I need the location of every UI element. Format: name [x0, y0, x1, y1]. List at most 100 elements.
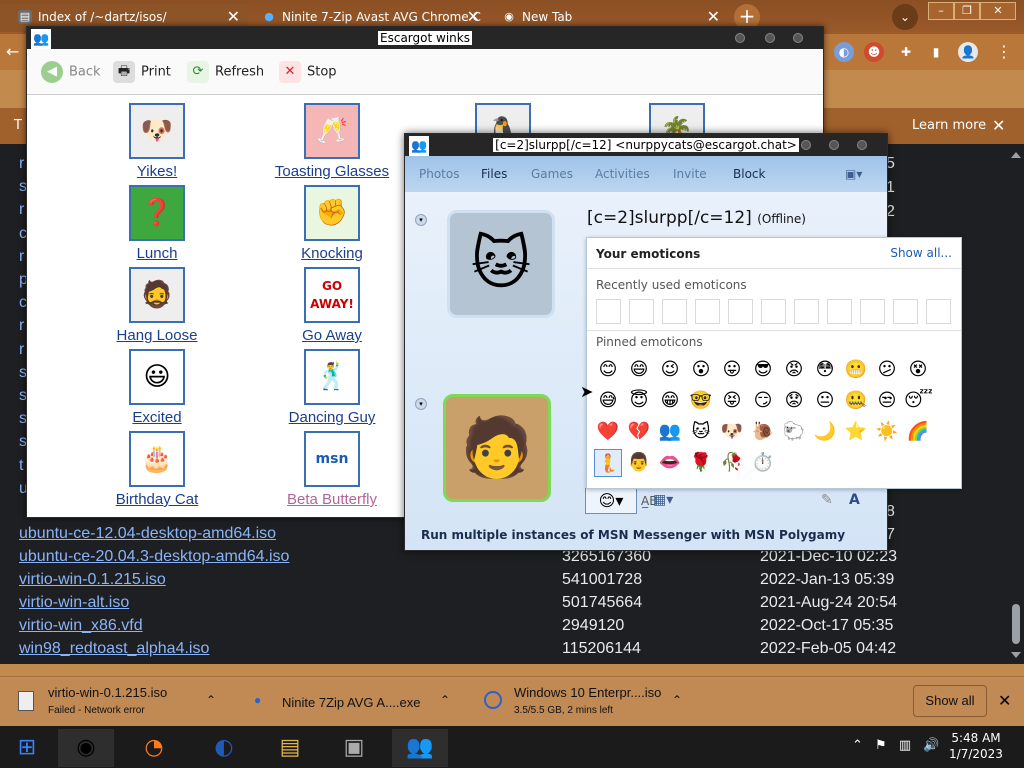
download-item[interactable]: Windows 10 Enterpr....iso 3.5/5.5 GB, 2 … — [474, 677, 698, 727]
menu-kebab-icon[interactable]: ⋮ — [996, 42, 1012, 61]
pen-icon[interactable]: ✎ — [821, 492, 833, 508]
menu-invite[interactable]: Invite — [673, 167, 707, 181]
wink-item[interactable]: 😃 Excited — [87, 349, 227, 426]
emoticon[interactable]: 🤓 — [687, 387, 715, 415]
side-panel-icon[interactable]: ▮ — [926, 42, 946, 62]
minimize-button[interactable]: – — [928, 2, 954, 20]
file-link[interactable]: virtio-win_x86.vfd — [19, 617, 143, 634]
emoticon[interactable]: 😮 — [687, 356, 715, 384]
close-icon[interactable]: ✕ — [992, 116, 1005, 135]
recent-emoticon-slot[interactable] — [761, 299, 786, 324]
wink-label[interactable]: Lunch — [87, 245, 227, 262]
emoticon[interactable]: ⏱️ — [749, 449, 777, 477]
list-item[interactable]: win98_redtoast_alpha4.iso — [19, 640, 209, 658]
file-link[interactable]: ubuntu-ce-12.04-desktop-amd64.iso — [19, 525, 276, 542]
wink-label[interactable]: Excited — [87, 409, 227, 426]
clock[interactable]: 5:48 AM 1/7/2023 — [944, 730, 1008, 762]
emoticon[interactable]: 😬 — [842, 356, 870, 384]
emoticon[interactable]: 😒 — [873, 387, 901, 415]
wink-label[interactable]: Go Away — [262, 327, 402, 344]
scroll-thumb[interactable] — [1012, 604, 1020, 644]
obama-logo-icon[interactable]: ◐ — [196, 729, 252, 767]
collapse-icon[interactable]: ▾ — [415, 398, 427, 410]
file-explorer-icon[interactable]: ▤ — [262, 729, 318, 767]
flag-icon[interactable]: ⚑ — [875, 738, 887, 753]
recent-emoticon-slot[interactable] — [629, 299, 654, 324]
recent-emoticon-slot[interactable] — [596, 299, 621, 324]
back-arrow-icon[interactable]: ← — [6, 42, 19, 61]
emoticon[interactable]: 🥀 — [718, 449, 746, 477]
emoticon[interactable]: 😅 — [594, 387, 622, 415]
winks-title-bar[interactable]: 👥 Escargot winks — [27, 27, 823, 51]
firefox-taskbar-icon[interactable]: ◔ — [126, 729, 182, 767]
learn-more-button[interactable]: Learn more — [912, 118, 986, 133]
recent-emoticon-slot[interactable] — [926, 299, 951, 324]
emoticon[interactable]: 😏 — [749, 387, 777, 415]
scroll-down-icon[interactable] — [1011, 652, 1021, 658]
menu-block[interactable]: Block — [733, 167, 765, 181]
puzzle-icon[interactable]: ✚ — [896, 42, 916, 62]
recent-emoticon-slot[interactable] — [794, 299, 819, 324]
emoticon[interactable]: 😝 — [718, 387, 746, 415]
wink-label[interactable]: Knocking — [262, 245, 402, 262]
wink-item[interactable]: GO AWAY! Go Away — [262, 267, 402, 344]
scroll-up-icon[interactable] — [1011, 152, 1021, 158]
file-link[interactable]: win98_redtoast_alpha4.iso — [19, 640, 209, 657]
recent-emoticon-slot[interactable] — [893, 299, 918, 324]
wink-item[interactable]: msn Beta Butterfly — [262, 431, 402, 508]
stop-button[interactable]: ✕ Stop — [279, 61, 337, 83]
emoticon[interactable]: 🧜 — [594, 449, 622, 477]
emoticon[interactable]: 🌈 — [904, 418, 932, 446]
wink-icon[interactable]: ▦▾ — [653, 492, 673, 508]
back-button[interactable]: ◀ Back — [41, 61, 101, 83]
emoticon[interactable]: 😛 — [718, 356, 746, 384]
wink-item[interactable]: ❓ Lunch — [87, 185, 227, 262]
emoticon[interactable]: 😡 — [780, 356, 808, 384]
chrome-taskbar-icon[interactable]: ◉ — [58, 729, 114, 767]
installer-icon[interactable]: ▣ — [326, 729, 382, 767]
chevron-up-icon[interactable]: ⌃ — [672, 693, 682, 707]
emoticon[interactable]: 😇 — [625, 387, 653, 415]
msn-title-bar[interactable]: 👥 [c=2]slurpp[/c=12] <nurppycats@escargo… — [405, 134, 887, 158]
close-shelf-icon[interactable]: ✕ — [998, 691, 1011, 710]
close-button[interactable] — [793, 33, 803, 43]
chevron-up-icon[interactable]: ⌃ — [206, 693, 216, 707]
show-all-link[interactable]: Show all... — [890, 246, 952, 260]
emoticon[interactable]: ❤️ — [594, 418, 622, 446]
wink-item[interactable]: 🥂 Toasting Glasses — [262, 103, 402, 180]
emoticon[interactable]: 🌙 — [811, 418, 839, 446]
emoticon[interactable]: 😁 — [656, 387, 684, 415]
list-item[interactable]: virtio-win-0.1.215.iso — [19, 571, 166, 589]
chevron-up-icon[interactable]: ⌃ — [852, 738, 863, 753]
maximize-button[interactable] — [765, 33, 775, 43]
contact-avatar[interactable]: 🐱 — [447, 210, 555, 318]
wink-label[interactable]: Beta Butterfly — [262, 491, 402, 508]
menu-activities[interactable]: Activities — [595, 167, 650, 181]
wink-label[interactable]: Yikes! — [87, 163, 227, 180]
emoticon[interactable]: 👄 — [656, 449, 684, 477]
recent-emoticon-slot[interactable] — [827, 299, 852, 324]
volume-icon[interactable]: 🔊 — [923, 738, 939, 753]
account-avatar-icon[interactable]: 👤 — [958, 42, 978, 62]
file-link[interactable]: ubuntu-ce-20.04.3-desktop-amd64.iso — [19, 548, 289, 565]
wink-item[interactable]: 🕺 Dancing Guy — [262, 349, 402, 426]
emoticon[interactable]: 😄 — [625, 356, 653, 384]
minimize-button[interactable] — [801, 140, 811, 150]
emoticon[interactable]: 😊 — [594, 356, 622, 384]
print-button[interactable]: 🖶 Print — [113, 61, 171, 83]
footer-ad-text[interactable]: Run multiple instances of MSN Messenger … — [421, 528, 845, 542]
menu-games[interactable]: Games — [531, 167, 573, 181]
emoticon[interactable]: 👥 — [656, 418, 684, 446]
wink-item[interactable]: ✊ Knocking — [262, 185, 402, 262]
emoticon[interactable]: 🤐 — [842, 387, 870, 415]
list-item[interactable]: ubuntu-ce-20.04.3-desktop-amd64.iso — [19, 548, 289, 566]
close-button[interactable] — [857, 140, 867, 150]
emoticon[interactable]: 🐱 — [687, 418, 715, 446]
recent-emoticon-slot[interactable] — [728, 299, 753, 324]
emoticon[interactable]: 🌹 — [687, 449, 715, 477]
emoticon[interactable]: 😟 — [780, 387, 808, 415]
recent-emoticon-slot[interactable] — [695, 299, 720, 324]
file-link[interactable]: virtio-win-0.1.215.iso — [19, 571, 166, 588]
refresh-button[interactable]: ⟳ Refresh — [187, 61, 264, 83]
own-avatar[interactable]: 🧑 — [443, 394, 551, 502]
